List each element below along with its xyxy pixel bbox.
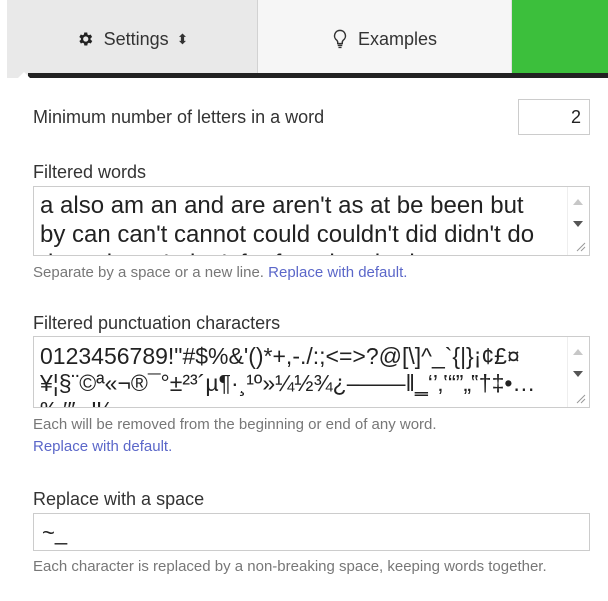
scroll-up-icon[interactable] [573,349,583,355]
tab-examples[interactable]: Examples [258,0,512,78]
lightbulb-icon [333,29,347,49]
filtered-words-scrollbar[interactable] [567,187,589,255]
filtered-words-replace-default-link[interactable]: Replace with default. [268,264,407,281]
scroll-down-icon[interactable] [573,371,583,377]
tab-bar: Settings ⬍ Examples [0,0,608,80]
tab-green-action[interactable] [512,0,608,78]
filtered-punctuation-help-text: Each will be removed from the beginning … [33,416,437,433]
filtered-punctuation-scrollbar[interactable] [567,337,589,407]
tab-settings[interactable]: Settings ⬍ [7,0,258,78]
scroll-up-icon[interactable] [573,199,583,205]
min-letters-row: Minimum number of letters in a word [33,98,590,136]
filtered-words-label: Filtered words [33,162,147,182]
filtered-punctuation-help: Each will be removed from the beginning … [33,414,590,458]
filtered-words-textarea[interactable]: a also am an and are aren't as at be bee… [33,186,590,256]
resize-grip-icon[interactable] [574,240,586,252]
replace-space-label: Replace with a space [33,489,205,509]
filtered-words-text: a also am an and are aren't as at be bee… [40,192,535,255]
min-letters-input[interactable] [518,99,590,135]
scroll-down-icon[interactable] [573,221,583,227]
gear-icon [78,32,92,46]
filtered-punctuation-textarea[interactable]: 0123456789!"#$%&'()*+,-./:;<=>?@[\]^_`{|… [33,336,590,408]
replace-space-help: Each character is replaced by a non-brea… [33,558,547,575]
tab-underline [28,73,608,78]
filtered-punctuation-text: 0123456789!"#$%&'()*+,-./:;<=>?@[\]^_`{|… [40,343,536,407]
filtered-punctuation-replace-default-link[interactable]: Replace with default. [33,438,172,455]
resize-grip-icon[interactable] [574,392,586,404]
min-letters-label: Minimum number of letters in a word [33,106,325,127]
tab-examples-label: Examples [357,28,438,49]
replace-space-input[interactable]: ~_ [33,513,590,551]
filtered-words-help-text: Separate by a space or a new line. [33,264,264,281]
tab-pointer-notch [16,72,32,80]
filtered-words-help: Separate by a space or a new line. Repla… [33,262,407,284]
filtered-punctuation-label: Filtered punctuation characters [33,313,281,333]
tab-settings-label: Settings [103,28,169,49]
sort-caret-icon: ⬍ [176,30,189,47]
